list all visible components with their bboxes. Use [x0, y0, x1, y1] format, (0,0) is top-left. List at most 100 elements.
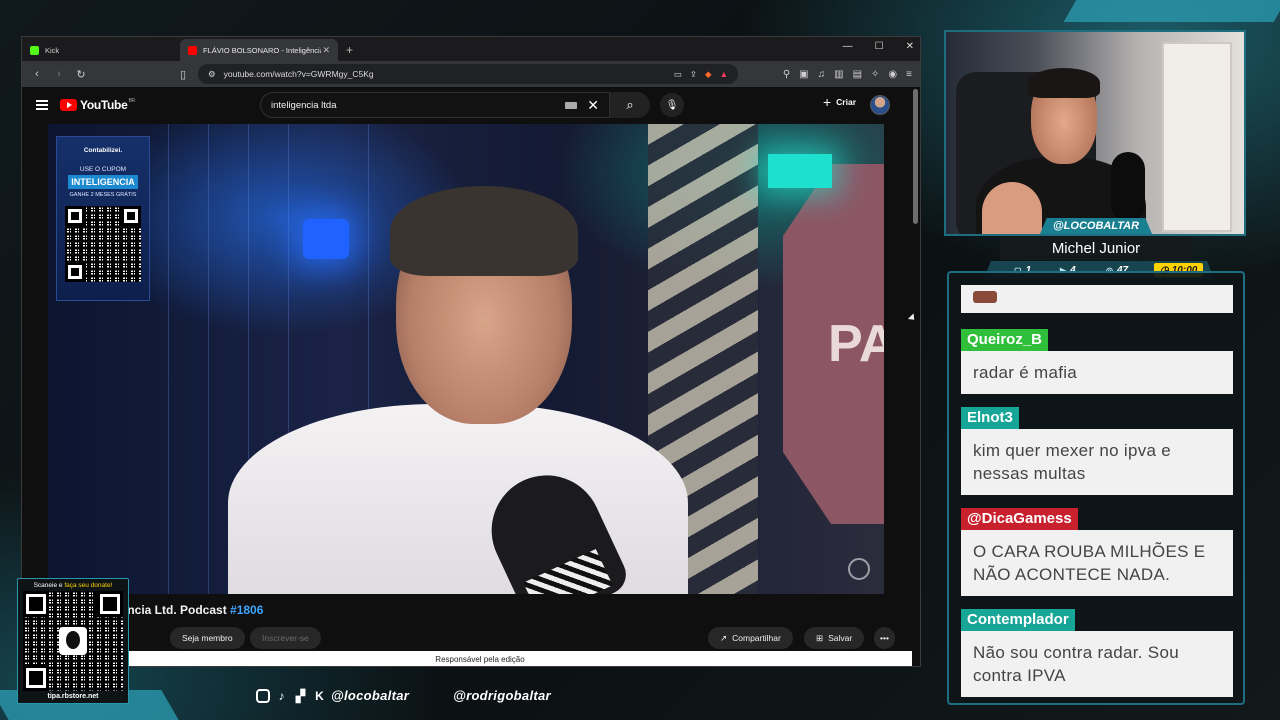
- donation-caption-prefix: Scaneie e: [33, 582, 65, 589]
- cast-icon[interactable]: ▭: [674, 69, 682, 80]
- create-label: Criar: [836, 97, 856, 107]
- create-button[interactable]: + Criar: [823, 95, 856, 109]
- more-actions-button[interactable]: •••: [874, 627, 895, 649]
- menu-icon[interactable]: ≡: [906, 69, 912, 80]
- search-value: inteligencia ltda: [271, 99, 337, 111]
- chat-username: Contemplador: [961, 609, 1075, 631]
- social-handle-1: @locobaltar: [331, 688, 410, 703]
- share-icon: ↗: [720, 632, 728, 643]
- video-episode-link[interactable]: #1806: [230, 603, 263, 617]
- chat-message: Queiroz_B radar é mafia: [961, 329, 1233, 394]
- join-button[interactable]: Seja membro: [170, 627, 245, 649]
- avatar-logo-icon: [59, 627, 87, 655]
- reload-icon[interactable]: ↻: [74, 68, 88, 81]
- sidebar-icon[interactable]: ▥: [834, 69, 843, 80]
- search-button[interactable]: ⌕: [610, 92, 650, 118]
- back-icon[interactable]: ‹: [30, 68, 44, 80]
- streamer-handle: @LOCOBALTAR: [1040, 218, 1152, 234]
- sponsor-coupon: INTELIGENCIA: [68, 175, 138, 189]
- kick-icon: K: [315, 688, 324, 703]
- search-icon: ⌕: [626, 97, 634, 112]
- teal-lamp: [768, 154, 832, 188]
- streamer-hair: [1028, 68, 1100, 98]
- sponsor-brand: Contabilizei.: [83, 147, 123, 154]
- voice-search-button[interactable]: 🎙: [660, 93, 684, 117]
- site-info-icon[interactable]: ⚙: [208, 69, 216, 80]
- brave-rewards-icon[interactable]: ▲: [720, 69, 728, 79]
- chat-username: Queiroz_B: [961, 329, 1049, 351]
- save-button[interactable]: ⊞ Salvar: [804, 627, 865, 649]
- video-player[interactable]: PA Contabilizei. USE O CUPOM INTELIGENCI…: [48, 124, 884, 594]
- youtube-play-icon: [60, 99, 77, 111]
- kick-icon: [30, 45, 39, 55]
- tiktok-icon: ♪: [278, 688, 285, 703]
- twitch-icon: ▞: [295, 688, 306, 703]
- youtube-logo-text: YouTube: [80, 98, 128, 112]
- social-handles: ♪ ▞ K @locobaltar @rodrigobaltar: [256, 688, 569, 703]
- new-tab-button[interactable]: +: [338, 43, 361, 61]
- browser-window: Kick FLÁVIO BOLSONARO - Inteligência Ltd…: [21, 36, 921, 667]
- clear-search-icon[interactable]: ✕: [587, 97, 599, 114]
- chat-text: Não sou contra radar. Sou contra IPVA: [961, 631, 1233, 697]
- donation-url: tipa.rbstore.net: [47, 693, 99, 700]
- youtube-page: YouTube BR inteligencia ltda ✕ ⌕ 🎙 + Cri…: [22, 87, 920, 666]
- vpn-icon[interactable]: ◉: [888, 69, 897, 80]
- more-icon: •••: [880, 633, 889, 643]
- chat-text: radar é mafia: [961, 351, 1233, 394]
- subscribe-button[interactable]: Inscrever-se: [250, 627, 321, 649]
- channel-watermark-icon[interactable]: [848, 558, 870, 580]
- extension-puzzle-icon[interactable]: ⚲: [783, 69, 790, 80]
- page-scrollbar[interactable]: [913, 89, 918, 224]
- extensions-toolbar: ⚲ ▣ ♫ ▥ ▤ ✧ ◉ ≡: [783, 69, 912, 80]
- search-input[interactable]: inteligencia ltda ✕: [260, 92, 610, 118]
- donation-panel: Scaneie e faça seu donate! tipa.rbstore.…: [17, 578, 129, 704]
- tab-youtube[interactable]: FLÁVIO BOLSONARO - Inteligência Ltd ✕: [180, 39, 338, 61]
- webcam-feed: [944, 30, 1246, 236]
- hamburger-menu-icon[interactable]: [36, 100, 48, 110]
- brave-shield-icon[interactable]: ◆: [705, 69, 712, 80]
- chat-message: Contemplador Não sou contra radar. Sou c…: [961, 609, 1233, 697]
- video-actions: Seja membro Inscrever-se ↗ Compartilhar …: [22, 627, 920, 651]
- tab-kick[interactable]: Kick: [22, 39, 180, 61]
- address-bar: ‹ › ↻ ▯ ⚙ youtube.com/watch?v=GWRMgy_C5K…: [22, 61, 920, 87]
- sponsor-overlay: Contabilizei. USE O CUPOM INTELIGENCIA G…: [56, 136, 150, 301]
- bookmark-icon[interactable]: ▯: [176, 68, 190, 81]
- wallet-icon[interactable]: ▤: [853, 69, 862, 80]
- leo-ai-icon[interactable]: ✧: [871, 69, 879, 80]
- tab-label: Kick: [45, 45, 60, 55]
- music-icon[interactable]: ♫: [818, 69, 826, 80]
- blue-lamp: [303, 219, 349, 259]
- url-text: youtube.com/watch?v=GWRMgy_C5Kg: [223, 69, 374, 79]
- chat-message: Elnot3 kim quer mexer no ipva e nessas m…: [961, 407, 1233, 495]
- share-page-icon[interactable]: ⇪: [690, 69, 697, 80]
- tab-bar: Kick FLÁVIO BOLSONARO - Inteligência Ltd…: [22, 37, 920, 61]
- sponsor-qr-code: [65, 206, 141, 282]
- emote-icon: [973, 291, 997, 303]
- minimize-icon[interactable]: —: [843, 41, 853, 52]
- keyboard-icon[interactable]: [565, 101, 578, 109]
- instagram-icon: [256, 688, 270, 703]
- url-field[interactable]: ⚙ youtube.com/watch?v=GWRMgy_C5Kg ▭ ⇪ ◆ …: [198, 64, 738, 84]
- curtain-line: [168, 124, 169, 594]
- account-avatar[interactable]: [870, 95, 890, 115]
- curtain-line: [208, 124, 209, 594]
- stop-sign: PA: [783, 164, 884, 524]
- description-box[interactable]: Responsável pela edição: [48, 651, 912, 666]
- save-label: Salvar: [828, 633, 853, 643]
- guest-hair: [390, 186, 578, 276]
- close-tab-icon[interactable]: ✕: [322, 45, 330, 56]
- youtube-logo[interactable]: YouTube BR: [60, 98, 135, 112]
- youtube-country-code: BR: [128, 98, 135, 104]
- join-label: Seja membro: [182, 633, 233, 643]
- subscribe-label: Inscrever-se: [262, 633, 309, 643]
- webcam-door: [1162, 42, 1232, 232]
- maximize-icon[interactable]: ☐: [875, 41, 884, 52]
- forward-icon[interactable]: ›: [52, 68, 66, 80]
- share-button[interactable]: ↗ Compartilhar: [708, 627, 793, 649]
- close-window-icon[interactable]: ✕: [906, 41, 914, 52]
- donation-caption: Scaneie e faça seu donate!: [34, 582, 113, 589]
- chat-username: Elnot3: [961, 407, 1019, 429]
- background-brush-top: [1063, 0, 1280, 22]
- extension-icon[interactable]: ▣: [799, 69, 808, 80]
- microphone-icon: 🎙: [665, 99, 679, 111]
